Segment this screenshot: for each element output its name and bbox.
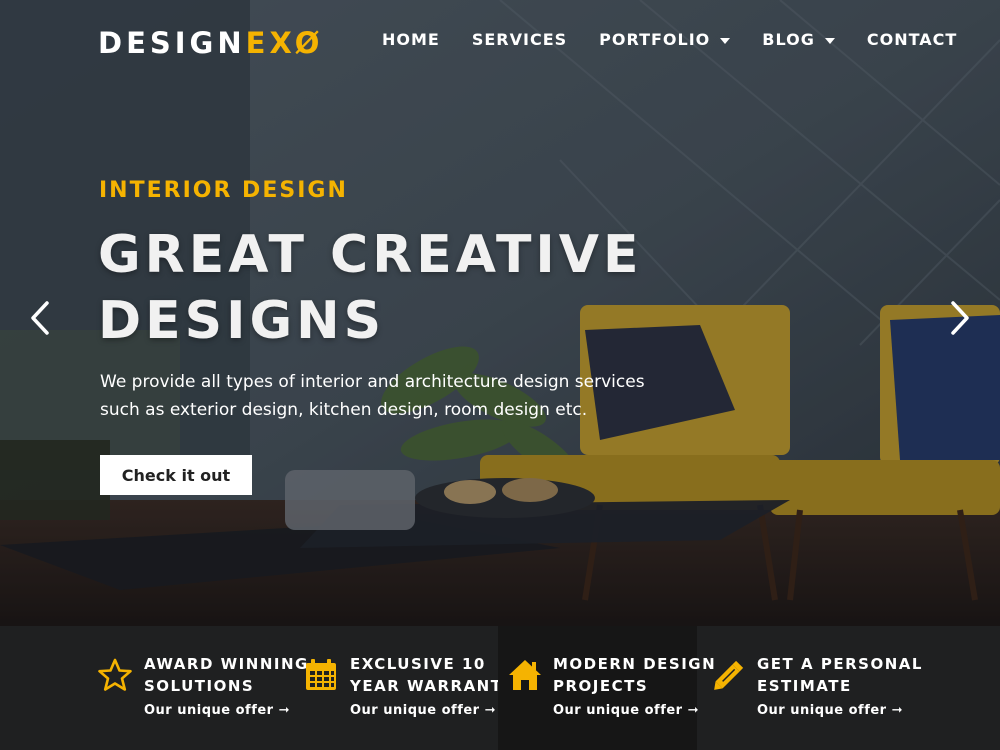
feature-title-line: AWARD WINNING [144, 655, 309, 673]
nav-label: HOME [382, 30, 440, 49]
logo-main-text: DESIGN [98, 26, 246, 60]
hero-title-line: GREAT CREATIVE [98, 225, 643, 285]
feature-title-line: YEAR WARRANTY [350, 677, 515, 695]
hero-description-line: We provide all types of interior and arc… [100, 372, 645, 392]
main-nav: HOME SERVICES PORTFOLIO BLOG CONTACT [382, 30, 957, 49]
feature-award-winning: AWARD WINNING SOLUTIONS Our unique offer… [97, 626, 307, 750]
site-logo[interactable]: DESIGNEXØ [98, 26, 323, 60]
hero-description: We provide all types of interior and arc… [100, 368, 680, 424]
feature-modern-design: MODERN DESIGN PROJECTS Our unique offer … [498, 626, 715, 750]
hero-slider: DESIGNEXØ HOME SERVICES PORTFOLIO BLOG C… [0, 0, 1000, 626]
caret-down-icon [824, 37, 835, 44]
calendar-icon [306, 659, 336, 690]
hero-title: GREAT CREATIVE DESIGNS [98, 222, 658, 354]
nav-item-contact[interactable]: CONTACT [867, 30, 957, 49]
feature-title-line: MODERN DESIGN [553, 655, 717, 673]
feature-title: AWARD WINNING SOLUTIONS [144, 653, 309, 697]
feature-link[interactable]: Our unique offer ➞ [757, 703, 903, 718]
hero-eyebrow: INTERIOR DESIGN [99, 178, 348, 203]
feature-link[interactable]: Our unique offer ➞ [350, 703, 496, 718]
nav-item-home[interactable]: HOME [382, 30, 440, 49]
logo-accent-text: EXØ [245, 26, 324, 60]
feature-title: MODERN DESIGN PROJECTS [553, 653, 716, 697]
hero-title-line: DESIGNS [98, 291, 386, 351]
feature-link[interactable]: Our unique offer ➞ [144, 703, 290, 718]
nav-item-services[interactable]: SERVICES [472, 30, 567, 49]
check-it-out-button[interactable]: Check it out [100, 455, 252, 495]
feature-estimate: GET A PERSONAL ESTIMATE Our unique offer… [711, 626, 921, 750]
feature-title-line: GET A PERSONAL [757, 655, 923, 673]
feature-title-line: ESTIMATE [757, 677, 852, 695]
feature-title-line: EXCLUSIVE 10 [350, 655, 486, 673]
features-bar: AWARD WINNING SOLUTIONS Our unique offer… [0, 626, 1000, 750]
caret-down-icon [720, 37, 731, 44]
feature-title: GET A PERSONAL ESTIMATE [757, 653, 923, 697]
nav-label: CONTACT [866, 30, 958, 49]
home-icon [509, 660, 541, 690]
nav-item-portfolio[interactable]: PORTFOLIO [599, 30, 731, 49]
feature-title-line: SOLUTIONS [144, 677, 255, 695]
slider-prev-button[interactable] [20, 300, 60, 336]
feature-link[interactable]: Our unique offer ➞ [553, 703, 699, 718]
feature-title-line: PROJECTS [553, 677, 649, 695]
feature-warranty: EXCLUSIVE 10 YEAR WARRANTY Our unique of… [303, 626, 513, 750]
nav-label: SERVICES [471, 30, 568, 49]
star-icon [98, 658, 132, 691]
nav-label: PORTFOLIO [599, 30, 711, 49]
hero-description-line: such as exterior design, kitchen design,… [100, 400, 588, 420]
nav-item-blog[interactable]: BLOG [762, 30, 835, 49]
chevron-left-icon [31, 301, 49, 335]
nav-label: BLOG [762, 30, 815, 49]
pencil-icon [714, 660, 744, 690]
feature-title: EXCLUSIVE 10 YEAR WARRANTY [350, 653, 515, 697]
chevron-right-icon [951, 301, 969, 335]
slider-next-button[interactable] [940, 300, 980, 336]
